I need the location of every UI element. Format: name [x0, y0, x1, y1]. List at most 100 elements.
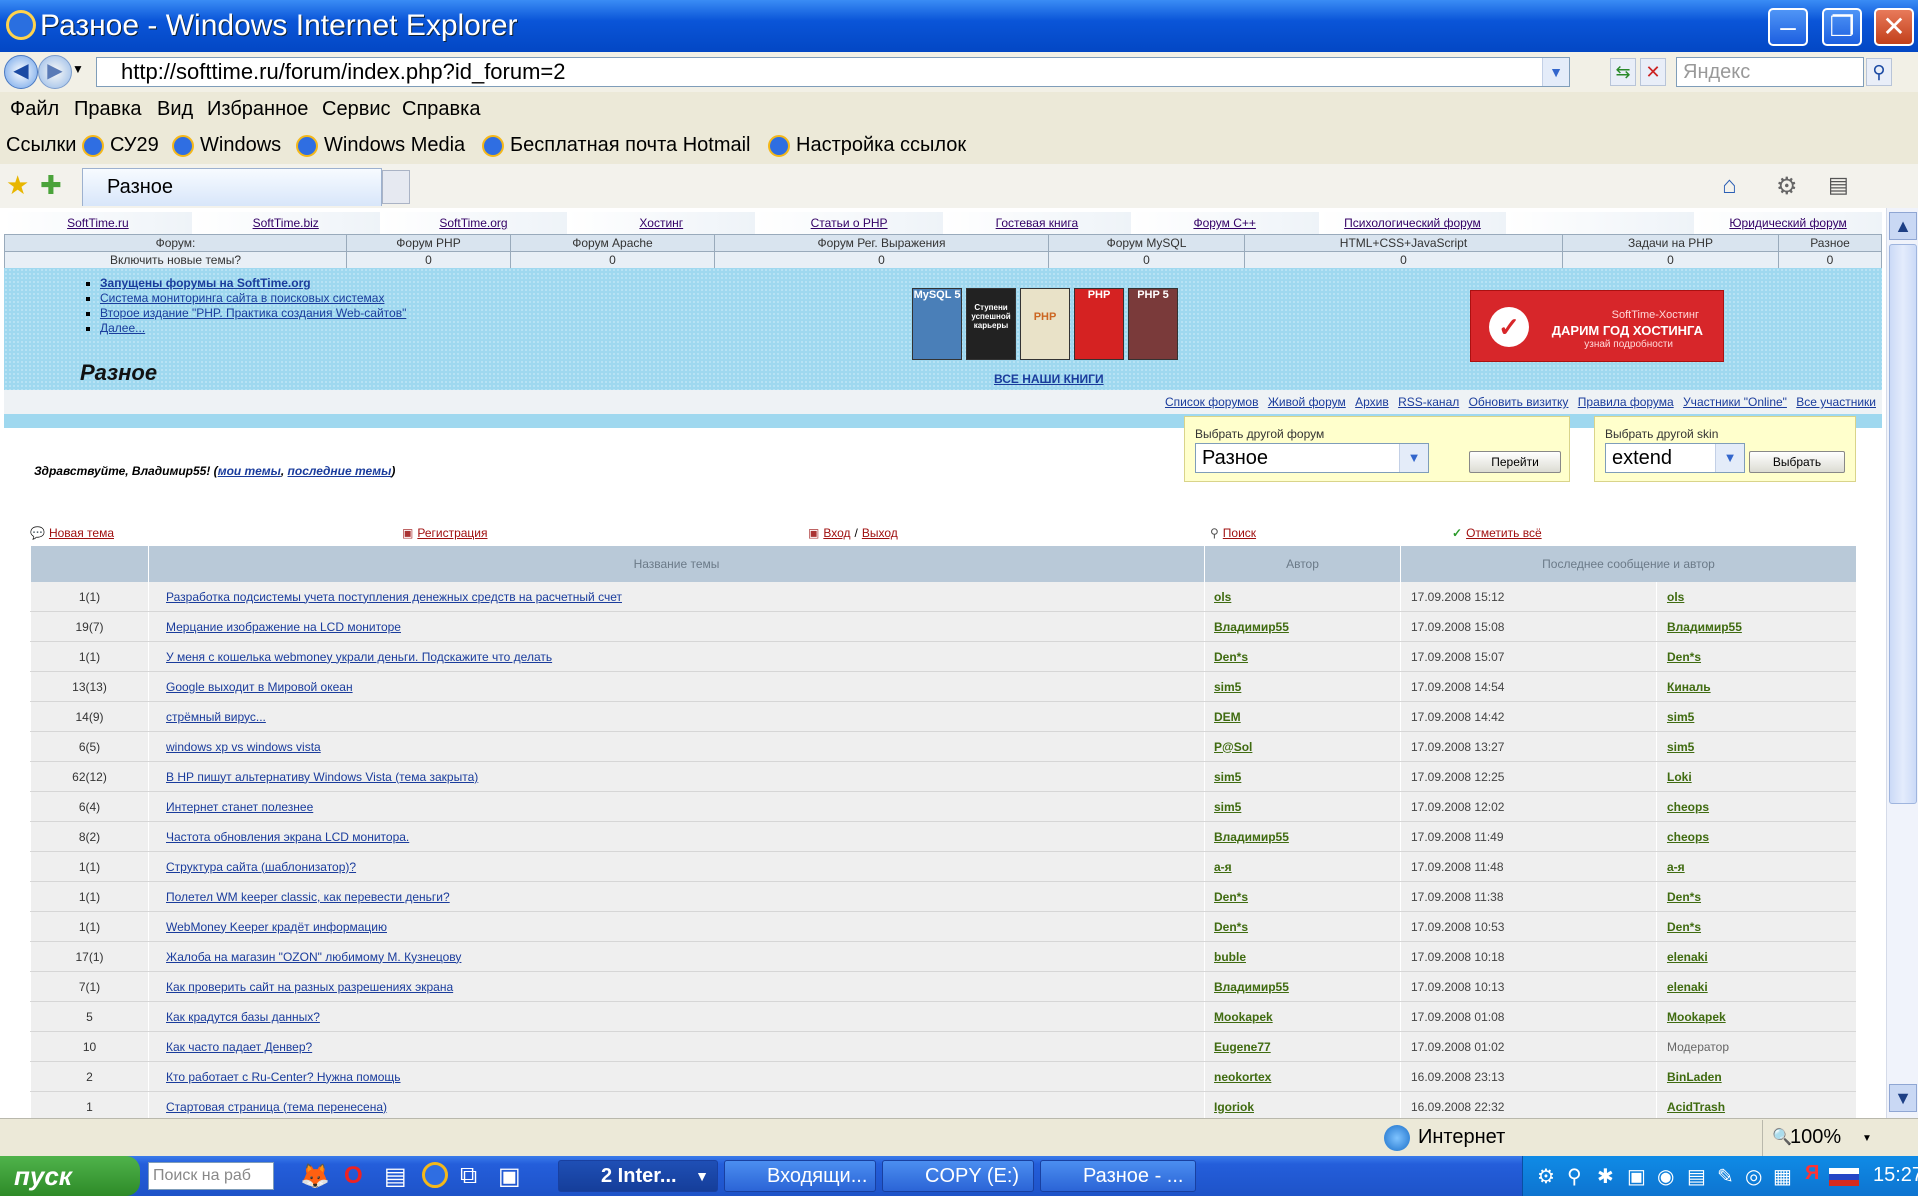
site-nav-link[interactable]: SoftTime.ru	[4, 212, 192, 234]
last-author-link[interactable]: sim5	[1667, 710, 1694, 724]
last-author-link[interactable]: Mookapek	[1667, 1010, 1726, 1024]
language-flag-icon[interactable]	[1829, 1168, 1859, 1186]
author-link[interactable]: sim5	[1214, 680, 1241, 694]
topic-title-link[interactable]: стрёмный вирус...	[166, 710, 266, 724]
link-cy29[interactable]: СУ29	[82, 134, 159, 157]
task-copy-drive[interactable]: COPY (E:)	[882, 1160, 1034, 1192]
forum-link-list[interactable]: Список форумов	[1165, 395, 1259, 409]
stats-forum-link[interactable]: Задачи на PHP	[1562, 234, 1779, 252]
add-favorite-icon[interactable]: ✚	[40, 170, 62, 201]
author-link[interactable]: DEM	[1214, 710, 1241, 724]
site-nav-link[interactable]: SoftTime.biz	[191, 212, 380, 234]
author-link[interactable]: Eugene77	[1214, 1040, 1271, 1054]
forum-link-update-card[interactable]: Обновить визитку	[1469, 395, 1569, 409]
stats-forum-link[interactable]: HTML+CSS+JavaScript	[1244, 234, 1563, 252]
my-topics-link[interactable]: мои темы	[218, 464, 281, 478]
tray-tools-icon[interactable]: ✱	[1597, 1164, 1614, 1189]
last-topics-link[interactable]: последние темы	[288, 464, 392, 478]
topic-title-link[interactable]: WebMoney Keeper крадёт информацию	[166, 920, 387, 934]
topic-title-link[interactable]: Структура сайта (шаблонизатор)?	[166, 860, 356, 874]
page-icon[interactable]: ▤	[1828, 172, 1849, 198]
logout-link[interactable]: Выход	[862, 526, 898, 540]
chevron-down-icon[interactable]: ▼	[1399, 444, 1428, 472]
topic-title-link[interactable]: Как крадутся базы данных?	[166, 1010, 320, 1024]
forum-link-archive[interactable]: Архив	[1355, 395, 1389, 409]
last-author-link[interactable]: ols	[1667, 590, 1684, 604]
scroll-up-icon[interactable]: ▲	[1889, 212, 1917, 240]
site-nav-link[interactable]: Статьи о PHP	[755, 212, 943, 234]
author-link[interactable]: ols	[1214, 590, 1231, 604]
choose-button[interactable]: Выбрать	[1749, 451, 1845, 473]
forum-link-rules[interactable]: Правила форума	[1578, 395, 1674, 409]
topic-title-link[interactable]: Кто работает с Ru-Center? Нужна помощь	[166, 1070, 401, 1084]
opera-icon[interactable]: O	[344, 1162, 363, 1190]
author-link[interactable]: sim5	[1214, 800, 1241, 814]
search-link[interactable]: Поиск	[1223, 526, 1256, 540]
task-inbox[interactable]: Входящи...	[724, 1160, 876, 1192]
news-link[interactable]: Второе издание "PHP. Практика создания W…	[100, 306, 406, 320]
taskbar-search-input[interactable]: Поиск на раб	[148, 1162, 274, 1190]
link-windows[interactable]: Windows	[172, 134, 281, 157]
favorites-star-icon[interactable]: ★	[6, 170, 29, 201]
last-author-link[interactable]: BinLaden	[1667, 1070, 1722, 1084]
stats-forum-link[interactable]: Форум Apache	[510, 234, 715, 252]
chevron-down-icon[interactable]: ▼	[1715, 444, 1744, 472]
topic-title-link[interactable]: Полетел WM keeper classic, как перевести…	[166, 890, 450, 904]
stats-forum-link[interactable]: Форум MySQL	[1048, 234, 1245, 252]
site-nav-link[interactable]: SoftTime.org	[379, 212, 568, 234]
author-link[interactable]: P@Sol	[1214, 740, 1252, 754]
tray-network-icon[interactable]: ⚙	[1537, 1164, 1555, 1189]
topic-title-link[interactable]: Как часто падает Денвер?	[166, 1040, 312, 1054]
go-button[interactable]: Перейти	[1469, 451, 1561, 473]
site-nav-link[interactable]: Гостевая книга	[943, 212, 1131, 234]
last-author-link[interactable]: Владимир55	[1667, 620, 1742, 634]
zoom-dropdown-icon[interactable]: ▼	[1862, 1133, 1872, 1144]
menu-help[interactable]: Справка	[402, 98, 480, 121]
last-author-link[interactable]: elenaki	[1667, 980, 1708, 994]
site-nav-link[interactable]: Психологический форум	[1318, 212, 1507, 234]
hosting-ad[interactable]: ✓ SoftTime-Хостинг ДАРИМ ГОД ХОСТИНГА уз…	[1470, 290, 1724, 362]
last-author-link[interactable]: Loki	[1667, 770, 1692, 784]
register-link[interactable]: Регистрация	[417, 526, 487, 540]
site-nav-link[interactable]: Хостинг	[567, 212, 756, 234]
last-author-link[interactable]: sim5	[1667, 740, 1694, 754]
author-link[interactable]: Den*s	[1214, 920, 1248, 934]
link-customize[interactable]: Настройка ссылок	[768, 134, 966, 157]
last-author-link[interactable]: cheops	[1667, 830, 1709, 844]
news-link[interactable]: Система мониторинга сайта в поисковых си…	[100, 291, 384, 305]
forum-link-online[interactable]: Участники "Online"	[1683, 395, 1787, 409]
topic-title-link[interactable]: Жалоба на магазин "OZON" любимому М. Куз…	[166, 950, 461, 964]
author-link[interactable]: Den*s	[1214, 890, 1248, 904]
author-link[interactable]: Владимир55	[1214, 620, 1289, 634]
tray-app-icon[interactable]: ◎	[1745, 1164, 1762, 1189]
ie-launch-icon[interactable]	[422, 1162, 448, 1188]
last-author-link[interactable]: Den*s	[1667, 650, 1701, 664]
stats-forum-link[interactable]: Разное	[1778, 234, 1882, 252]
close-button[interactable]: ✕	[1874, 8, 1914, 46]
author-link[interactable]: Владимир55	[1214, 830, 1289, 844]
last-author-link[interactable]: а-я	[1667, 860, 1685, 874]
author-link[interactable]: neokortex	[1214, 1070, 1271, 1084]
menu-file[interactable]: Файл	[10, 98, 59, 121]
maximize-button[interactable]: ❐	[1822, 8, 1862, 46]
menu-view[interactable]: Вид	[157, 98, 193, 121]
last-author-link[interactable]: Киналь	[1667, 680, 1711, 694]
menu-tools[interactable]: Сервис	[322, 98, 391, 121]
new-tab-button[interactable]	[382, 170, 410, 204]
topic-title-link[interactable]: Стартовая страница (тема перенесена)	[166, 1100, 387, 1114]
topic-title-link[interactable]: Интернет станет полезнее	[166, 800, 313, 814]
minimize-button[interactable]: –	[1768, 8, 1808, 46]
scroll-thumb[interactable]	[1889, 244, 1917, 804]
tab-current[interactable]: Разное	[82, 168, 382, 206]
topic-title-link[interactable]: В НР пишут альтернативу Windows Vista (т…	[166, 770, 478, 784]
stats-forum-link[interactable]: Форум PHP	[346, 234, 511, 252]
address-input[interactable]: http://softtime.ru/forum/index.php?id_fo…	[96, 57, 1570, 87]
site-nav-link[interactable]: Форум C++	[1130, 212, 1319, 234]
show-desktop-icon[interactable]: ▣	[498, 1162, 521, 1191]
address-dropdown-icon[interactable]: ▼	[1542, 58, 1569, 86]
menu-favorites[interactable]: Избранное	[207, 98, 308, 121]
author-link[interactable]: Den*s	[1214, 650, 1248, 664]
zoom-magnifier-icon[interactable]: 🔍	[1772, 1127, 1792, 1147]
news-link[interactable]: Запущены форумы на SoftTime.org	[100, 276, 311, 290]
scroll-down-icon[interactable]: ▼	[1889, 1084, 1917, 1112]
